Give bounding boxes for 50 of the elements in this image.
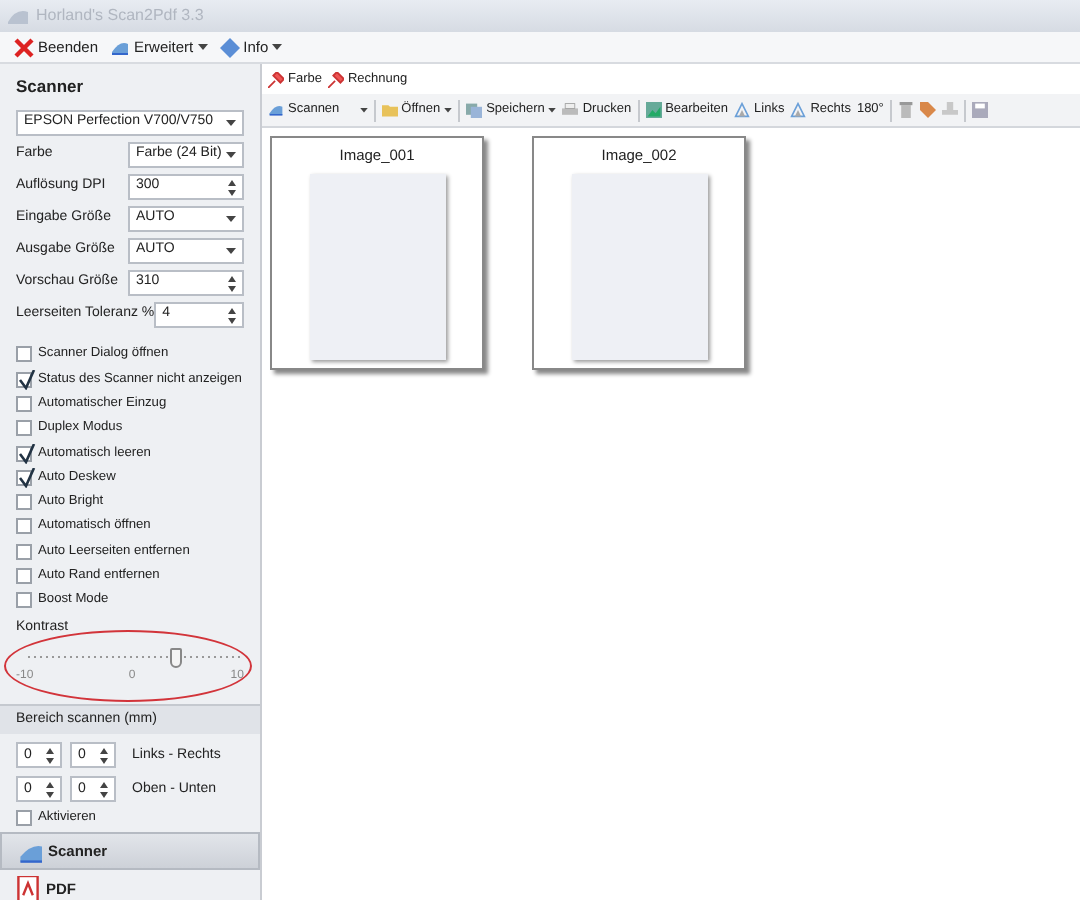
spinner-arrows-icon (228, 275, 236, 292)
tag-button[interactable] (917, 102, 938, 118)
slider-thumb[interactable] (170, 647, 183, 668)
checkbox[interactable] (16, 469, 32, 486)
picture-icon (645, 102, 662, 118)
diamond-icon (219, 37, 240, 57)
pushpin-icon (327, 71, 344, 87)
caret-icon (226, 119, 236, 128)
stamp-icon (941, 102, 958, 118)
checkmark-icon (18, 369, 36, 390)
spinner-arrows-icon (228, 307, 236, 324)
trash-button[interactable] (895, 102, 916, 118)
rotate-icon (734, 102, 751, 118)
checkbox[interactable] (16, 810, 32, 827)
stamp-button[interactable] (939, 102, 960, 118)
save-icon (971, 102, 988, 118)
caret-icon (226, 247, 236, 256)
spinner-arrows-icon (46, 747, 54, 764)
scanner-icon (110, 37, 131, 57)
rotate-icon (790, 102, 807, 118)
close-icon (14, 37, 34, 57)
spinner-arrows-icon (100, 747, 108, 764)
caret-icon (226, 151, 236, 160)
checkbox[interactable] (16, 371, 32, 388)
checkbox[interactable] (16, 420, 32, 437)
checkbox[interactable] (16, 395, 32, 412)
save-button[interactable] (969, 102, 990, 118)
checkbox[interactable] (16, 445, 32, 462)
checkmark-icon (18, 467, 36, 488)
pdf-icon (16, 876, 40, 900)
spinner-arrows-icon (100, 781, 108, 798)
scanner-icon (268, 102, 284, 118)
disks-icon (466, 102, 483, 118)
spinner-arrows-icon (46, 781, 54, 798)
checkbox[interactable] (16, 518, 32, 535)
trash-icon (897, 102, 914, 118)
folder-icon (381, 102, 398, 118)
checkbox[interactable] (16, 543, 32, 560)
checkbox[interactable] (16, 346, 32, 363)
checkmark-icon (18, 443, 36, 464)
checkbox[interactable] (16, 494, 32, 511)
caret-icon (226, 215, 236, 224)
spinner-arrows-icon (228, 179, 236, 196)
panel-title: Scanner (14, 74, 86, 100)
checkbox[interactable] (16, 592, 32, 609)
printer-icon (562, 102, 579, 118)
tag-icon (919, 102, 936, 118)
app-icon (8, 7, 28, 25)
pushpin-icon (268, 71, 284, 87)
checkbox[interactable] (16, 568, 32, 584)
